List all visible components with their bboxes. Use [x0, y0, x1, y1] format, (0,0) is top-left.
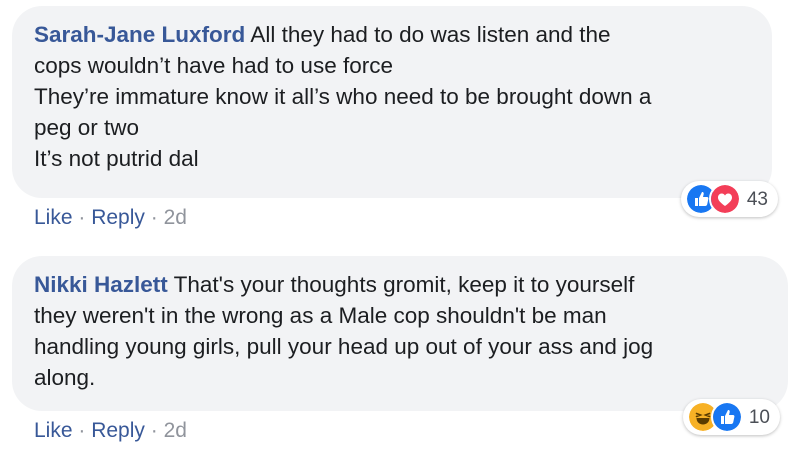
comment-text: All they had to do was listen and the	[250, 22, 611, 47]
comment-text: cops wouldn’t have had to use force	[34, 53, 393, 78]
like-link[interactable]: Like	[34, 419, 73, 442]
comment: Sarah-Jane Luxford All they had to do wa…	[12, 6, 778, 230]
comment-text: peg or two	[34, 115, 140, 140]
comment-text: It’s not putrid dal	[34, 146, 199, 171]
comment-text: they weren't in the wrong as a Male cop …	[34, 303, 607, 328]
like-icon	[710, 401, 743, 433]
reaction-count: 10	[748, 406, 770, 428]
comment-first-line: Sarah-Jane Luxford All they had to do wa…	[34, 19, 750, 50]
love-icon	[708, 183, 741, 215]
separator: ·	[144, 206, 164, 229]
reactions-summary[interactable]: 10	[682, 399, 780, 435]
separator: ·	[72, 206, 92, 229]
comment-actions: Like · Reply · 2d	[34, 419, 788, 443]
separator: ·	[72, 419, 92, 442]
separator: ·	[144, 419, 164, 442]
timestamp[interactable]: 2d	[164, 206, 187, 229]
comment-text: They’re immature know it all’s who need …	[34, 84, 652, 109]
comment-text: handling young girls, pull your head up …	[34, 334, 654, 359]
comment-bubble: Sarah-Jane Luxford All they had to do wa…	[12, 6, 778, 217]
comment-author[interactable]: Sarah-Jane Luxford	[34, 22, 245, 47]
reaction-count: 43	[746, 188, 768, 210]
comment-bubble: Nikki Hazlett That's your thoughts gromi…	[12, 256, 788, 435]
comment-author[interactable]: Nikki Hazlett	[34, 272, 168, 297]
comment-text: along.	[34, 365, 96, 390]
reply-link[interactable]: Reply	[91, 206, 145, 229]
like-link[interactable]: Like	[34, 206, 73, 229]
comment: Nikki Hazlett That's your thoughts gromi…	[12, 256, 788, 443]
comment-text: That's your thoughts gromit, keep it to …	[173, 272, 635, 297]
reply-link[interactable]: Reply	[91, 419, 145, 442]
timestamp[interactable]: 2d	[164, 419, 187, 442]
comment-first-line: Nikki Hazlett That's your thoughts gromi…	[34, 269, 766, 300]
comment-actions: Like · Reply · 2d	[34, 206, 772, 230]
reactions-summary[interactable]: 43	[680, 181, 778, 217]
